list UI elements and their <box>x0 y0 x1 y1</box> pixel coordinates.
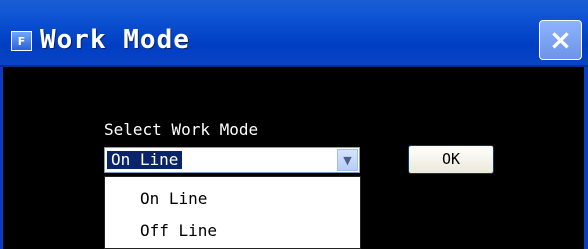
work-mode-dropdown: On Line Off Line <box>104 176 361 249</box>
window-title: Work Mode <box>40 25 190 55</box>
close-icon: × <box>548 23 573 56</box>
work-mode-label: Select Work Mode <box>104 120 259 139</box>
app-icon: F <box>11 31 32 51</box>
dropdown-arrow-button[interactable]: ▼ <box>337 149 358 171</box>
ok-button[interactable]: OK <box>408 145 494 174</box>
selected-work-mode: On Line <box>107 151 183 169</box>
work-mode-window: F Work Mode × Select Work Mode On Line ▼… <box>0 0 588 249</box>
option-off-line[interactable]: Off Line <box>105 217 360 245</box>
option-on-line[interactable]: On Line <box>105 185 360 213</box>
window-right-border <box>584 67 588 249</box>
close-button[interactable]: × <box>539 20 582 60</box>
chevron-down-icon: ▼ <box>343 153 352 167</box>
title-bar[interactable]: F Work Mode × <box>0 0 588 67</box>
work-mode-select[interactable]: On Line ▼ <box>104 147 360 173</box>
